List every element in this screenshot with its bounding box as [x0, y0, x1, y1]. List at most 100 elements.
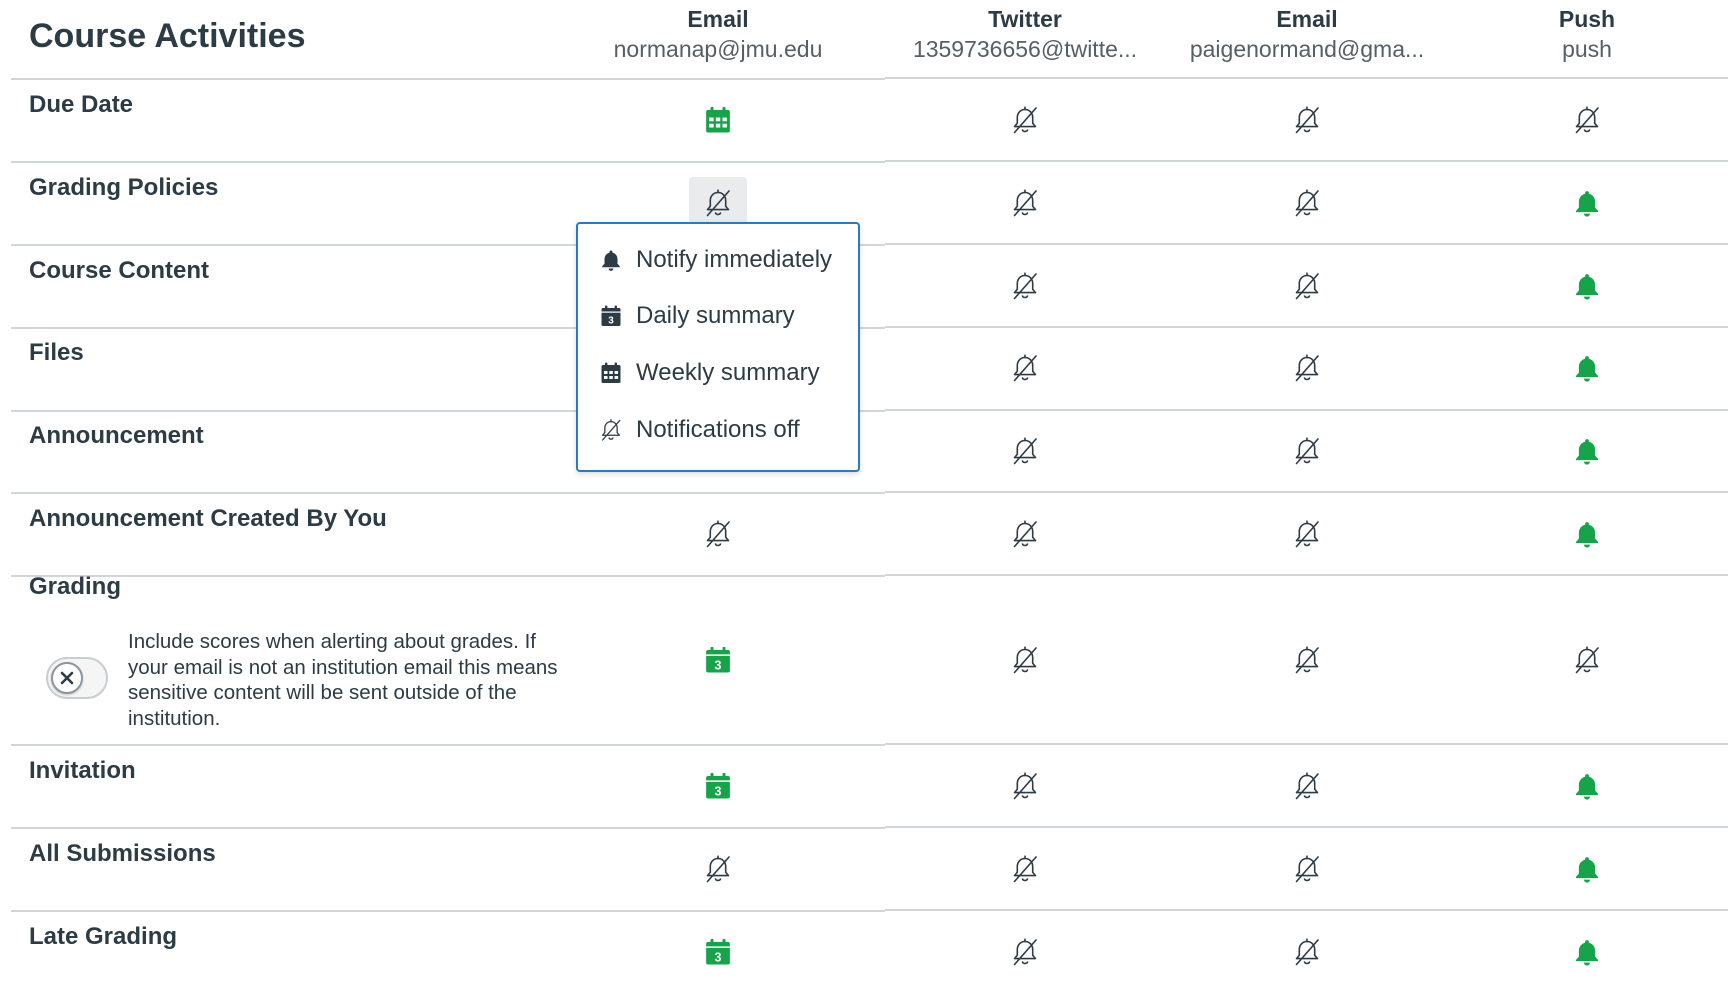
bell-off-icon [1010, 519, 1040, 549]
calendar-day-icon: 3 [703, 771, 733, 801]
notification-setting-button[interactable]: 3 [696, 764, 740, 808]
notification-setting-button[interactable] [1565, 930, 1609, 974]
include-scores-toggle[interactable] [46, 657, 108, 699]
toggle-off-x-icon [51, 662, 83, 694]
notification-setting-button[interactable]: 3 [696, 930, 740, 974]
notification-setting-button[interactable] [1285, 847, 1329, 891]
bell-icon [1572, 271, 1602, 301]
notification-setting-button[interactable] [1003, 98, 1047, 142]
notification-setting-button[interactable] [1003, 638, 1047, 682]
notification-setting-button[interactable] [1565, 98, 1609, 142]
bell-off-icon [1010, 353, 1040, 383]
menu-item-label: Notify immediately [636, 246, 833, 273]
channel-address: 1359736656@twitte... [912, 36, 1138, 62]
bell-icon [598, 247, 624, 273]
menu-item-notify-immediately[interactable]: Notify immediately [598, 242, 848, 278]
notification-setting-button[interactable] [1565, 346, 1609, 390]
channel-header-push: Push push [1447, 4, 1727, 64]
row-divider [885, 826, 1728, 828]
notification-setting-button[interactable] [1285, 346, 1329, 390]
row-divider [11, 910, 885, 912]
grading-scores-description: Include scores when alerting about grade… [128, 630, 558, 730]
notification-setting-button[interactable] [1565, 764, 1609, 808]
channel-header-twitter: Twitter 1359736656@twitte... [885, 4, 1165, 64]
bell-off-icon [703, 854, 733, 884]
menu-item-label: Notifications off [636, 416, 800, 443]
channel-header-email-2: Email paigenormand@gma... [1167, 4, 1447, 64]
notification-setting-button[interactable] [1003, 930, 1047, 974]
bell-off-icon [1010, 937, 1040, 967]
channel-address: paigenormand@gma... [1189, 36, 1425, 62]
notification-setting-button[interactable] [1003, 512, 1047, 556]
notification-setting-button[interactable] [1285, 512, 1329, 556]
notification-setting-button[interactable] [1565, 847, 1609, 891]
bell-off-icon [1292, 271, 1322, 301]
activity-label: Files [29, 339, 84, 366]
notification-setting-button[interactable] [1003, 764, 1047, 808]
channel-type: Email [1276, 6, 1338, 32]
calendar-day-icon: 3 [703, 937, 733, 967]
notification-setting-button[interactable] [696, 847, 740, 891]
notification-setting-button[interactable] [1003, 264, 1047, 308]
notification-setting-button[interactable] [1285, 930, 1329, 974]
notification-setting-button[interactable] [1285, 429, 1329, 473]
notification-setting-button[interactable]: 3 [696, 638, 740, 682]
daily-number: 3 [715, 784, 722, 798]
menu-item-notifications-off[interactable]: Notifications off [598, 412, 848, 448]
notification-setting-button[interactable] [1565, 429, 1609, 473]
menu-item-weekly-summary[interactable]: Weekly summary [598, 355, 848, 391]
notification-setting-button[interactable] [1565, 264, 1609, 308]
notification-setting-button[interactable] [696, 98, 740, 142]
bell-off-icon [1010, 645, 1040, 675]
notification-setting-button[interactable] [1003, 429, 1047, 473]
calendar-day-icon: 3 [598, 303, 624, 329]
notification-setting-button[interactable] [1285, 764, 1329, 808]
bell-off-icon [1292, 771, 1322, 801]
row-divider [11, 744, 885, 746]
notification-setting-button[interactable] [1565, 638, 1609, 682]
notification-setting-button[interactable] [696, 512, 740, 556]
row-divider [11, 161, 885, 163]
bell-off-icon [1292, 188, 1322, 218]
bell-off-icon [1292, 353, 1322, 383]
menu-item-daily-summary[interactable]: 3 Daily summary [598, 298, 848, 334]
activity-label: All Submissions [29, 840, 216, 867]
activity-label: Due Date [29, 91, 134, 118]
calendar-day-icon: 3 [703, 645, 733, 675]
notification-setting-button[interactable] [1285, 181, 1329, 225]
channel-address: push [1562, 36, 1612, 62]
channel-header-email-1: Email normanap@jmu.edu [578, 4, 858, 64]
notification-setting-button[interactable] [1285, 638, 1329, 682]
row-divider [885, 909, 1728, 911]
bell-icon [1572, 519, 1602, 549]
bell-off-icon [1292, 436, 1322, 466]
notification-setting-button[interactable] [1565, 512, 1609, 556]
row-divider [11, 492, 885, 494]
bell-off-icon [1010, 271, 1040, 301]
notification-setting-button[interactable] [1285, 98, 1329, 142]
notification-setting-button[interactable] [1285, 264, 1329, 308]
notification-setting-button[interactable] [1003, 346, 1047, 390]
notification-frequency-menu: Notify immediately 3 Daily summary Weekl… [576, 222, 860, 472]
bell-icon [1572, 937, 1602, 967]
channel-type: Push [1558, 6, 1616, 32]
row-divider [11, 78, 885, 80]
row-divider [885, 160, 1728, 162]
row-divider [885, 574, 1728, 576]
activity-label: Course Content [29, 257, 209, 284]
notification-setting-button[interactable] [1565, 181, 1609, 225]
channel-address: normanap@jmu.edu [613, 36, 823, 62]
bell-off-icon [1010, 105, 1040, 135]
bell-off-icon [1010, 771, 1040, 801]
bell-off-icon [1010, 854, 1040, 884]
channel-type: Email [687, 6, 749, 32]
notification-setting-button[interactable] [1003, 181, 1047, 225]
bell-off-icon [1010, 436, 1040, 466]
notification-setting-button[interactable] [1003, 847, 1047, 891]
activity-label: Late Grading [29, 923, 178, 950]
bell-off-icon [703, 519, 733, 549]
row-divider [885, 326, 1728, 328]
notification-preferences: Course Activities Email normanap@jmu.edu… [0, 0, 1728, 981]
channel-type: Twitter [988, 6, 1062, 32]
page-title: Course Activities [29, 17, 306, 55]
